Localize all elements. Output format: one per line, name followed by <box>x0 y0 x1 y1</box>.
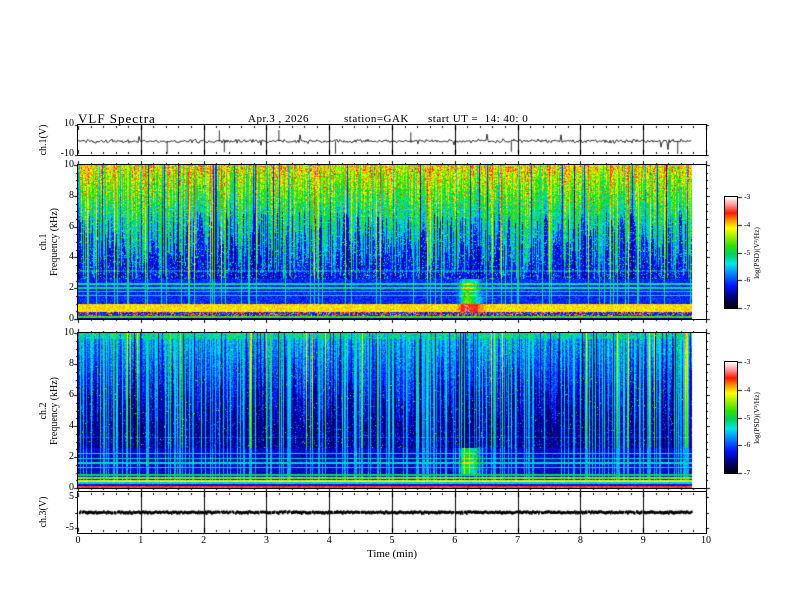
y-tick-label: 0 <box>69 313 74 324</box>
time-axis-label: Time (min) <box>366 548 417 560</box>
axes-ticks-layer <box>0 0 792 612</box>
y-tick-label: 6 <box>69 389 74 400</box>
x-tick-label: 4 <box>326 535 332 546</box>
y-tick-label: 4 <box>69 251 74 263</box>
y-tick-label: 8 <box>69 358 74 369</box>
colorbar-tick-label: -5 <box>744 412 751 422</box>
colorbar-ch1 <box>724 196 738 309</box>
y-tick-label: 4 <box>69 420 74 431</box>
x-tick-label: 2 <box>201 535 207 546</box>
x-tick-label: 8 <box>577 535 583 546</box>
colorbar-tick-label: -7 <box>744 468 751 477</box>
colorbar-tick-label: -4 <box>744 384 751 394</box>
x-tick-label: 0 <box>75 535 81 546</box>
x-tick-label: 5 <box>389 535 395 546</box>
colorbar-tick-label: -3 <box>744 357 751 366</box>
colorbar-tick-label: -6 <box>744 440 751 450</box>
y-tick-label: 10 <box>64 327 74 338</box>
x-tick-label: 9 <box>640 535 646 546</box>
y-tick-label: 2 <box>69 282 74 294</box>
y-tick-label: 10 <box>64 118 74 129</box>
x-tick-label: 7 <box>515 535 521 546</box>
y-tick-label: 5 <box>69 490 74 502</box>
colorbar-ch2-label: log(PSD)(V²/Hz) <box>752 392 761 444</box>
x-tick-label: 3 <box>263 535 269 546</box>
colorbar-tick-label: -7 <box>744 303 751 312</box>
vlf-spectra-figure: VLF Spectra Apr.3 , 2026 station=GAK sta… <box>0 0 792 612</box>
colorbar-tick-label: -6 <box>744 275 751 285</box>
colorbar-tick-label: -5 <box>744 247 751 257</box>
x-tick-label: 10 <box>701 535 711 546</box>
colorbar-tick-label: -4 <box>744 219 751 229</box>
colorbar-ch2 <box>724 361 738 474</box>
y-tick-label: -10 <box>60 148 74 159</box>
x-tick-label: 6 <box>452 535 458 546</box>
colorbar-tick-label: -3 <box>744 192 751 201</box>
y-tick-label: 10 <box>64 159 74 170</box>
x-tick-label: 1 <box>138 535 144 546</box>
y-tick-label: 2 <box>69 451 74 462</box>
y-tick-label: 8 <box>69 189 74 201</box>
y-tick-label: 6 <box>69 220 74 232</box>
y-tick-label: -5 <box>65 522 74 534</box>
colorbar-ch1-label: log(PSD)(V²/Hz) <box>752 227 761 279</box>
